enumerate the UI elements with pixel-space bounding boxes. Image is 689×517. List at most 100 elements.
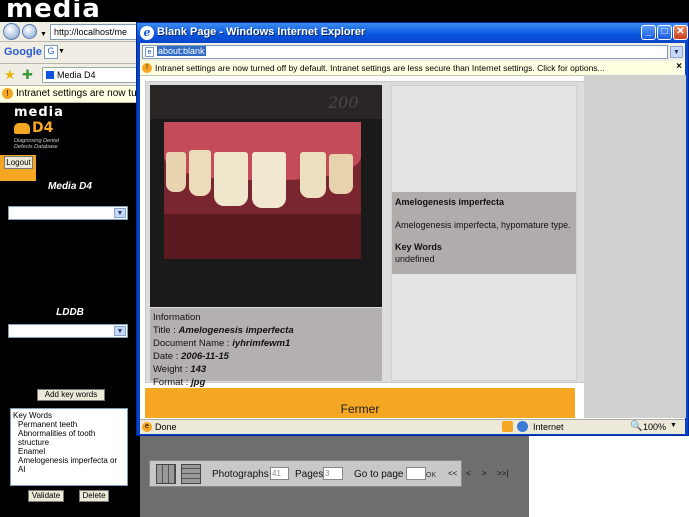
popup-address-bar: e about:blank ▼ (140, 43, 685, 61)
logout-area: Logout (0, 155, 36, 181)
photo-number-label: 200 (328, 93, 359, 112)
add-key-words-button[interactable]: Add key words (37, 389, 105, 401)
list-item[interactable]: Key Words (13, 411, 125, 420)
first-page-button[interactable]: << (448, 469, 457, 478)
background-url-input[interactable]: http://localhost/me (50, 24, 140, 40)
popup-status-bar: e Done Internet 🔍 100% ▼ (140, 419, 685, 434)
list-view-icon[interactable] (181, 464, 201, 484)
maximize-icon[interactable]: □ (657, 25, 672, 40)
media-d4-select[interactable]: ▼ (8, 206, 128, 220)
section-title-lddb: LDDB (56, 307, 84, 318)
popup-url-input[interactable]: e about:blank (142, 45, 668, 59)
background-address-bar: ▼ http://localhost/me (0, 22, 140, 42)
photographs-label: Photographs (212, 469, 269, 480)
keywords-heading: Key Words (395, 242, 442, 252)
background-white-area (529, 435, 689, 517)
keywords-list[interactable]: Key Words Permanent teeth Abnormalities … (10, 408, 128, 486)
pages-count: 3 (323, 467, 343, 480)
document-panel: 200 Information Title : Amelogenesis imp… (145, 81, 585, 388)
information-box: Information Title : Amelogenesis imperfe… (150, 308, 382, 388)
page-icon (46, 71, 54, 79)
dental-photo: 200 (150, 85, 382, 307)
sidebar: media D4 Diagnosing Dental Defects Datab… (0, 103, 140, 517)
background-titlebar: media (0, 0, 689, 24)
list-item[interactable]: Enamel (13, 447, 125, 456)
format-value: jpg (191, 377, 206, 388)
chevron-down-icon: ▼ (114, 208, 126, 218)
tooth-icon (14, 122, 30, 134)
background-page-content: Photographs 41 Pages 3 Go to page OK << … (140, 435, 529, 517)
info-title-row: Title : Amelogenesis imperfecta (153, 325, 294, 336)
description-text: Amelogenesis imperfecta, hypomature type… (395, 220, 571, 230)
favorites-star-icon[interactable]: ★ (4, 67, 16, 83)
add-favorite-icon[interactable]: ✚ (22, 67, 33, 83)
status-page-icon: e (142, 422, 152, 432)
media-logo-title: media (6, 0, 101, 24)
favorites-bar: ★ ✚ Media D4 (0, 64, 140, 86)
description-column: Amelogenesis imperfecta Amelogenesis imp… (391, 85, 577, 381)
description-heading: Amelogenesis imperfecta (395, 197, 505, 207)
grid-view-icon[interactable] (156, 464, 176, 484)
title-value: Amelogenesis imperfecta (178, 325, 294, 336)
zone-text: Internet (533, 422, 564, 432)
prev-page-button[interactable]: < (466, 469, 471, 478)
date-value: 2006-11-15 (181, 351, 229, 362)
close-icon[interactable]: × (676, 61, 682, 72)
popup-titlebar[interactable]: e Blank Page - Windows Internet Explorer… (137, 23, 688, 43)
popup-url-text[interactable]: about:blank (157, 46, 206, 56)
info-weight-row: Weight : 143 (153, 364, 207, 375)
gallery-toolbar: Photographs 41 Pages 3 Go to page OK (149, 460, 462, 487)
popup-infobar-text: Intranet settings are now turned off by … (155, 63, 605, 73)
description-box: Amelogenesis imperfecta Amelogenesis imp… (392, 192, 576, 274)
logout-button[interactable]: Logout (4, 156, 33, 169)
goto-page-input[interactable] (406, 467, 426, 480)
info-date-row: Date : 2006-11-15 (153, 351, 229, 362)
info-heading: Information (153, 312, 201, 323)
ie-logo-icon: e (140, 26, 154, 40)
next-page-button[interactable]: > (482, 469, 487, 478)
list-item[interactable]: Amelogenesis imperfecta or AI (13, 456, 125, 474)
minimize-icon[interactable]: _ (641, 25, 656, 40)
photographs-count: 41 (270, 467, 289, 480)
back-icon[interactable] (3, 23, 20, 40)
docname-value: iyhrimfewm1 (232, 338, 291, 349)
validate-button[interactable]: Validate (28, 490, 64, 502)
media-d4-logo: media D4 Diagnosing Dental Defects Datab… (14, 105, 64, 150)
weight-value: 143 (190, 364, 207, 375)
popup-infobar[interactable]: ! Intranet settings are now turned off by… (140, 61, 685, 76)
list-item[interactable]: Abnormalities of tooth structure (13, 429, 125, 447)
google-logo: Google (4, 46, 42, 58)
section-title-media-d4: Media D4 (48, 181, 92, 192)
pages-label: Pages (295, 469, 324, 480)
goto-page-label: Go to page (354, 469, 404, 480)
close-icon[interactable]: ✕ (673, 25, 688, 40)
status-text: Done (155, 422, 177, 432)
zoom-icon[interactable]: 🔍 (630, 421, 642, 432)
protected-mode-icon (502, 421, 513, 432)
last-page-button[interactable]: >>| (497, 469, 508, 478)
forward-icon[interactable] (22, 24, 37, 39)
list-item[interactable]: Permanent teeth (13, 420, 125, 429)
info-docname-row: Document Name : iyhrimfewm1 (153, 338, 291, 349)
chevron-down-icon[interactable]: ▼ (58, 48, 65, 55)
chevron-down-icon: ▼ (114, 326, 126, 336)
background-infobar-text: Intranet settings are now turned off (16, 88, 140, 99)
teeth-image (164, 122, 361, 259)
delete-button[interactable]: Delete (79, 490, 109, 502)
ok-button[interactable]: OK (426, 472, 436, 479)
info-shield-icon: ! (142, 63, 152, 73)
google-search-icon[interactable]: G (44, 45, 58, 59)
zoom-level[interactable]: 100% (643, 422, 666, 432)
history-dropdown-icon[interactable]: ▼ (40, 31, 47, 38)
background-infobar[interactable]: !Intranet settings are now turned off (0, 86, 140, 103)
popup-right-margin (584, 75, 686, 418)
chevron-down-icon[interactable]: ▼ (670, 422, 677, 429)
fermer-button[interactable]: Fermer (145, 388, 575, 418)
globe-icon (517, 421, 528, 432)
tab-media-d4[interactable]: Media D4 (42, 67, 140, 83)
lddb-select[interactable]: ▼ (8, 324, 128, 338)
page-icon: e (145, 47, 154, 57)
info-shield-icon: ! (2, 88, 13, 99)
chevron-down-icon[interactable]: ▼ (670, 46, 683, 58)
tab-label: Media D4 (57, 70, 96, 80)
